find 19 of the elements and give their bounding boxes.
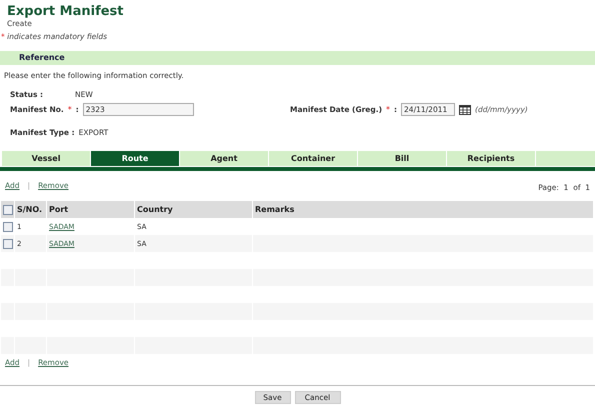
tab-bar-filler	[536, 151, 595, 166]
checkbox[interactable]	[3, 238, 13, 248]
column-header: Port	[47, 201, 135, 218]
tab[interactable]: Container	[269, 151, 357, 166]
tab[interactable]: Agent	[180, 151, 268, 166]
tab[interactable]: Bill	[358, 151, 446, 166]
column-header: Country	[135, 201, 253, 218]
column-header: Remarks	[253, 201, 594, 218]
checkbox[interactable]	[3, 222, 13, 232]
calendar-icon[interactable]	[459, 104, 472, 114]
required-mark: *	[68, 105, 72, 114]
tab[interactable]: Route	[91, 151, 179, 166]
required-mark: *	[386, 105, 390, 114]
column-header: S/NO.	[15, 201, 47, 218]
page-title: Export Manifest	[7, 4, 124, 19]
tab[interactable]: Vessel	[2, 151, 90, 166]
checkbox[interactable]	[3, 204, 13, 214]
tab[interactable]: Recipients	[447, 151, 535, 166]
section-header: Reference	[0, 51, 595, 65]
